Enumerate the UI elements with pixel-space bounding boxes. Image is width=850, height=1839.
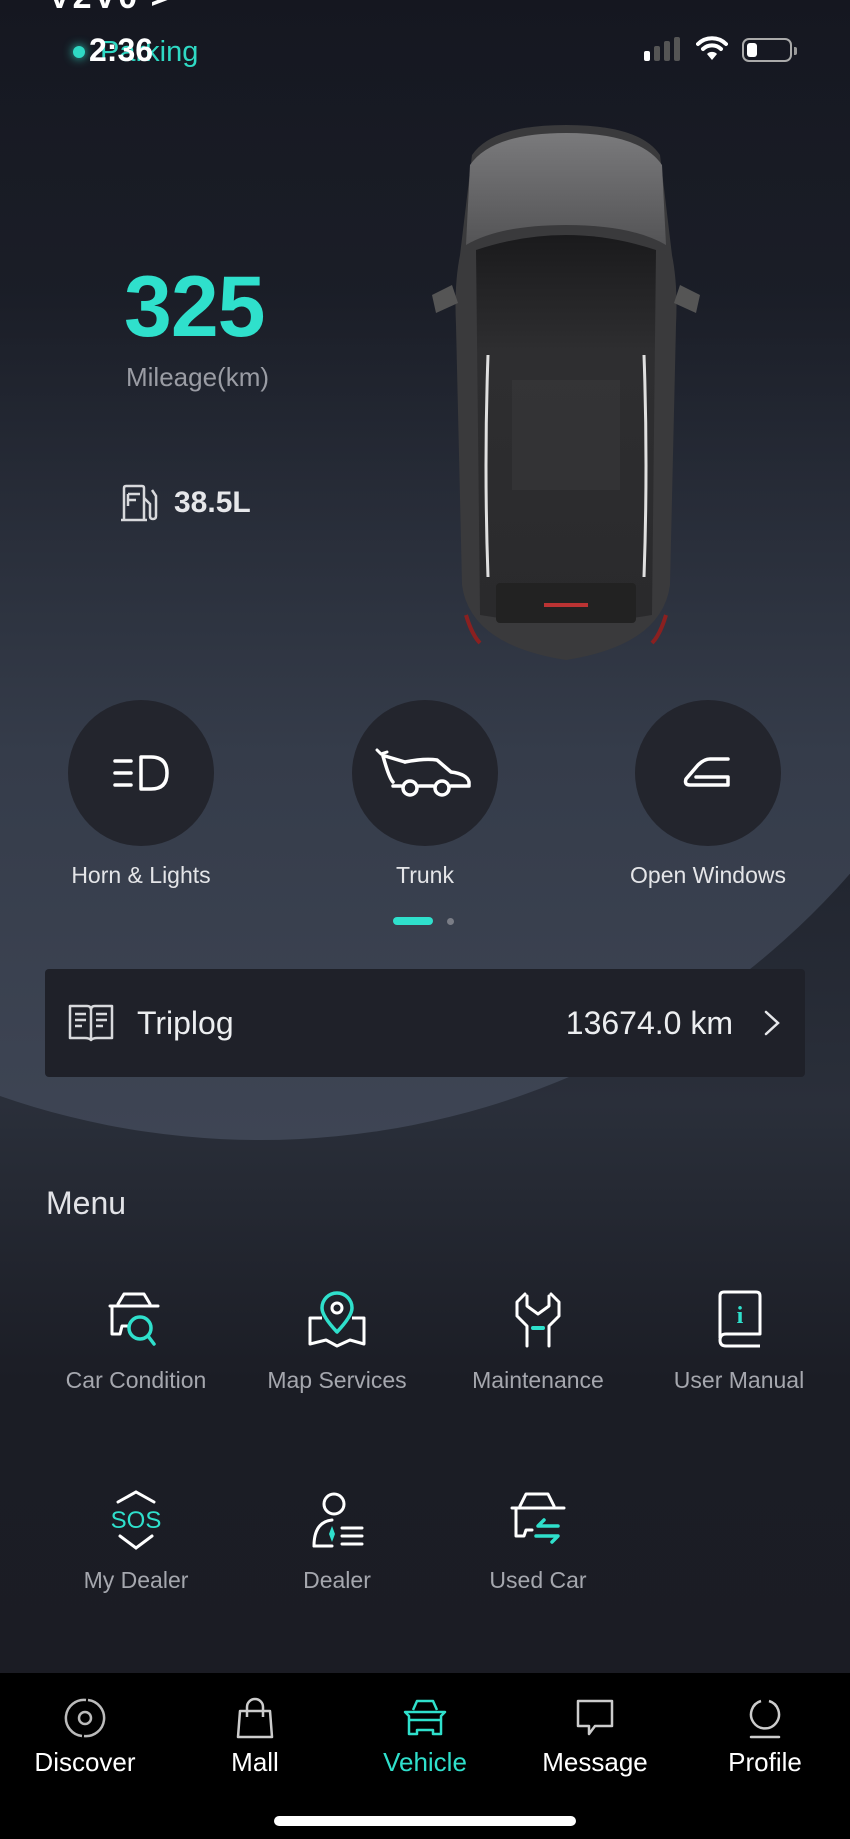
fuel-level: 38.5L [120,484,251,522]
parking-status-dot [73,46,85,58]
trunk-button[interactable]: Trunk [325,700,525,889]
tab-vehicle[interactable]: Vehicle [340,1695,510,1778]
headlight-icon [113,755,169,791]
menu-label: Map Services [267,1367,407,1393]
home-indicator[interactable] [274,1816,576,1826]
tab-label: Profile [728,1747,802,1777]
tab-label: Discover [34,1747,136,1777]
menu-my-dealer[interactable]: SOS My Dealer [36,1487,236,1594]
shopping-bag-icon [236,1697,274,1739]
window-icon [683,757,730,787]
menu-label: My Dealer [83,1567,189,1593]
svg-text:i: i [737,1303,744,1329]
car-search-icon [108,1292,160,1346]
menu-heading: Menu [46,1185,127,1221]
book-icon [68,1004,114,1042]
menu-maintenance[interactable]: Maintenance [438,1287,638,1394]
tab-profile[interactable]: Profile [680,1695,850,1778]
open-windows-label: Open Windows [630,862,786,888]
cellular-signal-icon [644,37,680,61]
tab-label: Vehicle [383,1747,467,1777]
wrench-icon [515,1292,561,1348]
chat-bubble-icon [576,1699,614,1736]
tab-discover[interactable]: Discover [0,1695,170,1778]
menu-label: User Manual [673,1367,805,1393]
status-bar: Parking 2:36 [0,28,850,68]
svg-text:SOS: SOS [111,1507,162,1534]
menu-map-services[interactable]: Map Services [237,1287,437,1394]
chevron-right-icon [764,1010,780,1036]
mileage-label: Mileage(km) [126,362,270,392]
discover-icon [64,1698,106,1738]
battery-icon [742,38,797,62]
triplog-title: Triplog [137,1004,234,1041]
vehicle-screen: V2V0 > Parking 2:36 325 Mileage(km) 38.5… [0,0,850,1839]
triplog-row[interactable]: Triplog 13674.0 km [45,969,805,1077]
map-pin-icon [308,1291,366,1348]
menu-used-car[interactable]: Used Car [438,1487,638,1594]
menu-label: Maintenance [472,1367,604,1393]
car-front-icon [403,1699,447,1736]
horn-lights-label: Horn & Lights [71,862,211,888]
vehicle-name-partial[interactable]: V2V0 > [48,0,172,17]
fuel-value: 38.5L [174,486,251,519]
trunk-label: Trunk [396,862,454,888]
tab-mall[interactable]: Mall [170,1695,340,1778]
trunk-open-icon [375,748,471,797]
bottom-tab-bar: Discover Mall Vehicle Message Profile [0,1673,850,1839]
sos-shield-icon: SOS [111,1490,162,1550]
menu-dealer[interactable]: Dealer [237,1487,437,1594]
tab-label: Mall [231,1747,279,1777]
menu-car-condition[interactable]: Car Condition [36,1287,236,1394]
clock: 2:36 [89,32,154,68]
wifi-icon [696,36,728,60]
tab-message[interactable]: Message [510,1695,680,1778]
profile-icon [749,1699,781,1739]
triplog-distance: 13674.0 km [565,1004,733,1041]
page-dot-active[interactable] [393,917,433,925]
menu-label: Used Car [489,1567,587,1593]
vehicle-top-view-image [432,125,700,660]
manual-info-icon: i [718,1290,762,1348]
menu-label: Dealer [303,1567,371,1593]
page-dot[interactable] [447,917,454,925]
menu-label: Car Condition [65,1367,207,1393]
open-windows-button[interactable]: Open Windows [608,700,808,889]
controls-page-indicator[interactable] [393,917,454,925]
tab-label: Message [542,1747,648,1777]
horn-lights-button[interactable]: Horn & Lights [41,700,241,889]
dealer-person-icon [312,1492,364,1548]
fuel-pump-icon [121,484,158,522]
mileage-value: 325 [124,259,265,355]
car-exchange-icon [510,1492,566,1544]
menu-user-manual[interactable]: i User Manual [639,1287,839,1394]
